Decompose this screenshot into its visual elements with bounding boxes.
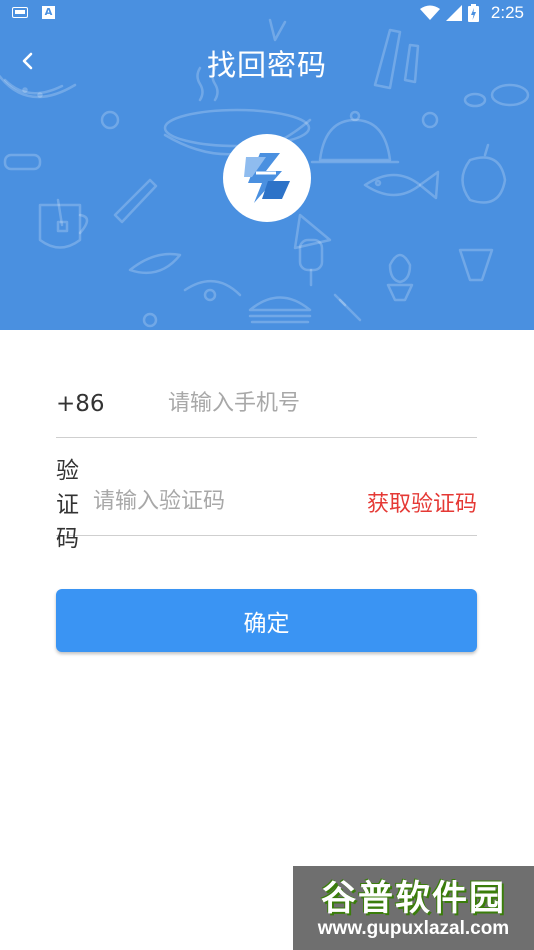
verification-code-label: 验证码 — [56, 457, 79, 552]
watermark-url: www.gupuxlazal.com — [317, 918, 510, 939]
header-banner: A 2:25 找回密码 — [0, 0, 534, 330]
status-time: 2:25 — [490, 3, 524, 22]
wifi-icon — [419, 5, 440, 20]
phone-input[interactable] — [168, 391, 477, 416]
verification-code-input[interactable] — [92, 489, 367, 514]
app-logo-icon — [244, 153, 290, 203]
watermark-title: 谷普软件园 — [320, 879, 506, 919]
recovery-form: +86 验证码 获取验证码 — [56, 370, 477, 552]
keyboard-icon — [12, 7, 28, 18]
app-logo — [223, 134, 311, 222]
a-icon: A — [42, 6, 55, 19]
watermark-logo: 谷普软件园 www.gupuxlazal.com — [293, 866, 534, 950]
code-row: 验证码 获取验证码 — [56, 458, 477, 552]
page-title: 找回密码 — [206, 48, 327, 82]
battery-charging-icon — [467, 4, 479, 22]
signal-icon — [445, 5, 462, 21]
status-bar: A 2:25 — [0, 0, 534, 28]
phone-row: +86 — [56, 370, 477, 438]
confirm-button[interactable]: 确定 — [56, 589, 477, 652]
country-code-label: +86 — [56, 390, 105, 417]
get-code-button[interactable]: 获取验证码 — [367, 486, 477, 518]
